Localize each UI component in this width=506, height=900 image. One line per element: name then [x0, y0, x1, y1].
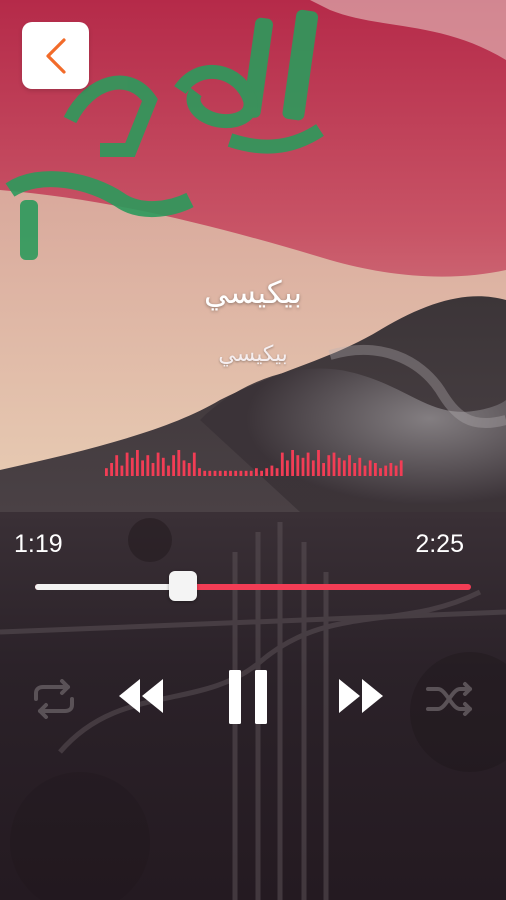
elapsed-time: 1:19 — [14, 530, 63, 558]
visualizer-bar — [234, 470, 238, 476]
visualizer-bar — [399, 460, 403, 476]
visualizer-bar — [265, 468, 269, 476]
visualizer-bar — [156, 452, 160, 476]
audio-visualizer — [105, 450, 403, 476]
visualizer-bar — [105, 468, 108, 476]
visualizer-bar — [198, 468, 201, 476]
fast-forward-icon — [339, 679, 383, 713]
shuffle-icon — [426, 682, 472, 716]
visualizer-bar — [172, 455, 175, 476]
visualizer-bar — [229, 470, 232, 476]
visualizer-bar — [379, 468, 382, 476]
repeat-icon — [34, 679, 74, 719]
visualizer-bar — [177, 450, 181, 476]
visualizer-bar — [296, 455, 300, 476]
seek-bar[interactable] — [35, 571, 471, 601]
visualizer-bar — [353, 463, 357, 476]
visualizer-bar — [182, 460, 186, 476]
song-artist: بيكيسي — [218, 342, 288, 367]
visualizer-bar — [125, 452, 129, 476]
visualizer-bar — [363, 465, 367, 476]
visualizer-bar — [260, 470, 263, 476]
visualizer-bar — [306, 452, 310, 476]
visualizer-bar — [218, 470, 222, 476]
total-duration: 2:25 — [415, 530, 464, 558]
visualizer-bar — [167, 465, 170, 476]
visualizer-bar — [239, 470, 243, 476]
pause-button[interactable] — [226, 668, 270, 726]
visualizer-bar — [187, 463, 191, 476]
visualizer-bar — [208, 470, 212, 476]
visualizer-bar — [120, 465, 124, 476]
visualizer-bar — [136, 450, 139, 476]
visualizer-bar — [224, 470, 227, 476]
repeat-button[interactable] — [28, 676, 80, 722]
visualizer-bar — [368, 460, 372, 476]
visualizer-bar — [311, 460, 315, 476]
visualizer-bar — [255, 468, 258, 476]
visualizer-bar — [286, 460, 289, 476]
visualizer-bar — [358, 457, 362, 476]
visualizer-bar — [337, 457, 341, 476]
visualizer-bar — [249, 470, 253, 476]
visualizer-bar — [203, 470, 207, 476]
visualizer-bar — [115, 455, 119, 476]
visualizer-bar — [270, 465, 274, 476]
visualizer-bar — [301, 457, 305, 476]
pause-icon — [229, 670, 267, 724]
visualizer-bar — [384, 465, 388, 476]
seek-progress — [35, 584, 184, 590]
visualizer-bar — [192, 452, 196, 476]
visualizer-bar — [280, 452, 284, 476]
seek-thumb[interactable] — [169, 571, 198, 601]
visualizer-bar — [342, 460, 346, 476]
visualizer-bar — [130, 457, 134, 476]
visualizer-bar — [151, 463, 155, 476]
song-title: بيكيسي — [204, 275, 302, 311]
visualizer-bar — [394, 465, 398, 476]
rewind-icon — [119, 679, 163, 713]
back-button[interactable] — [22, 22, 89, 89]
visualizer-bar — [291, 450, 294, 476]
visualizer-bar — [327, 455, 331, 476]
visualizer-bar — [374, 463, 377, 476]
visualizer-bar — [161, 457, 165, 476]
visualizer-bar — [317, 450, 320, 476]
visualizer-bar — [332, 452, 336, 476]
fast-forward-button[interactable] — [336, 673, 386, 719]
visualizer-bar — [146, 455, 150, 476]
visualizer-bar — [348, 455, 351, 476]
shuffle-button[interactable] — [424, 676, 476, 722]
visualizer-bar — [141, 460, 144, 476]
rewind-button[interactable] — [116, 673, 166, 719]
visualizer-bar — [275, 468, 279, 476]
visualizer-bar — [110, 463, 113, 476]
visualizer-bar — [389, 463, 393, 476]
visualizer-bar — [213, 470, 217, 476]
visualizer-bar — [244, 470, 248, 476]
back-arrow-icon — [45, 37, 66, 74]
visualizer-bar — [322, 463, 325, 476]
